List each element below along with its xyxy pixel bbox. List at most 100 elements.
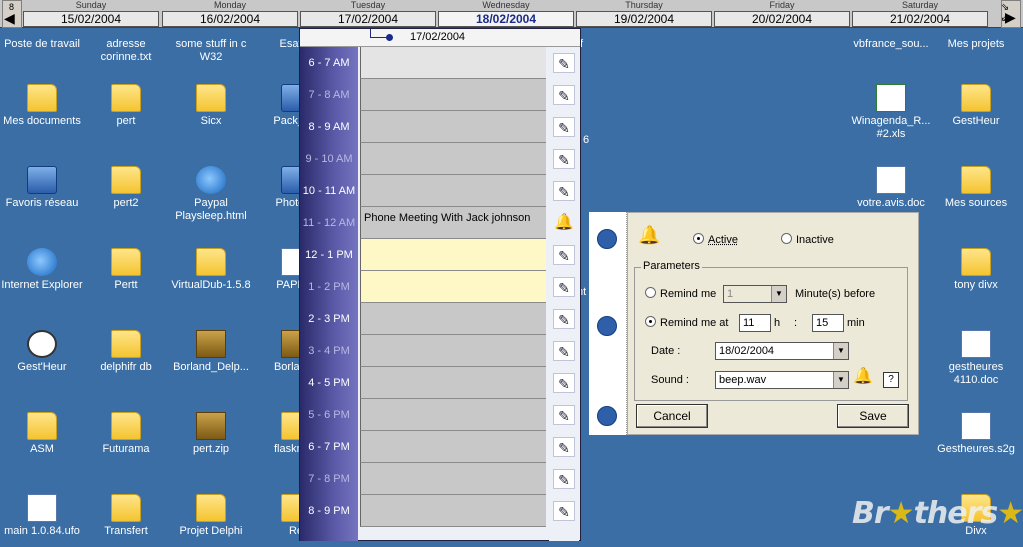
time-slot[interactable] (360, 431, 546, 463)
desktop-icon[interactable]: Mes documents (0, 84, 84, 128)
edit-note-icon[interactable]: ✎ (553, 85, 575, 105)
desktop-icon[interactable]: Poste de travail (0, 38, 84, 51)
time-slot[interactable] (360, 175, 546, 207)
time-slot[interactable] (360, 143, 546, 175)
desktop-icon[interactable]: Winagenda_R... #2.xls (849, 84, 933, 141)
edit-note-icon[interactable]: ✎ (553, 437, 575, 457)
folder-icon (196, 494, 226, 522)
time-slot[interactable] (360, 335, 546, 367)
day-tab-sunday[interactable]: Sunday 15/02/2004 (22, 0, 160, 28)
desktop-icon[interactable]: Paypal Playsleep.html (169, 166, 253, 223)
desktop-icon[interactable]: Favoris réseau (0, 166, 84, 210)
day-tab-friday[interactable]: Friday 20/02/2004 (713, 0, 851, 28)
edit-note-icon[interactable]: ✎ (553, 469, 575, 489)
desktop-icon[interactable]: Mes projets (934, 38, 1018, 51)
day-tab-thursday[interactable]: Thursday 19/02/2004 (575, 0, 713, 28)
time-slot[interactable] (360, 495, 546, 527)
active-radio[interactable]: Active (693, 233, 738, 246)
save-button[interactable]: Save (837, 404, 909, 428)
inactive-radio[interactable]: Inactive (781, 233, 834, 246)
time-label: 10 - 11 AM (302, 185, 356, 197)
edit-note-icon[interactable]: ✎ (553, 117, 575, 137)
edit-note-icon[interactable]: ✎ (553, 373, 575, 393)
edit-note-icon[interactable]: ✎ (553, 277, 575, 297)
edit-note-icon[interactable]: ✎ (553, 149, 575, 169)
desktop-icon-label: vbfrance_sou... (853, 38, 929, 50)
desktop-icon-label: Futurama (102, 443, 150, 455)
alarm-bell-icon[interactable]: 🔔 (553, 213, 575, 233)
desktop-icon[interactable]: some stuff in c W32 (169, 38, 253, 64)
edit-note-icon[interactable]: ✎ (553, 309, 575, 329)
help-button[interactable]: ? (883, 372, 899, 388)
desktop-icon[interactable]: pert2 (84, 166, 168, 210)
desktop-icon[interactable]: GestHeur (934, 84, 1018, 128)
time-slot[interactable]: Phone Meeting With Jack johnson (360, 207, 546, 239)
day-tab-saturday[interactable]: Saturday 21/02/2004 (851, 0, 989, 28)
time-slot[interactable] (360, 47, 546, 79)
desktop-icon[interactable]: Borland_Delp... (169, 330, 253, 374)
desktop-icon[interactable]: Transfert (84, 494, 168, 538)
desktop-icon[interactable]: adresse corinne.txt (84, 38, 168, 64)
folder-icon (961, 166, 991, 194)
desktop-icon-label: gestheures 4110.doc (948, 361, 1004, 386)
desktop-icon[interactable]: Projet Delphi (169, 494, 253, 538)
edit-note-icon[interactable]: ✎ (553, 341, 575, 361)
desktop-icon-label: Paypal Playsleep.html (175, 197, 247, 222)
parameters-label: Parameters (641, 260, 702, 272)
binder-ring-icon (597, 406, 617, 426)
day-tab-tuesday[interactable]: Tuesday 17/02/2004 (299, 0, 437, 28)
day-tab-wednesday[interactable]: Wednesday 18/02/2004 (437, 0, 575, 28)
desktop-icon[interactable]: Internet Explorer (0, 248, 84, 292)
cancel-button[interactable]: Cancel (636, 404, 708, 428)
desktop-icon[interactable]: Futurama (84, 412, 168, 456)
desktop-icon[interactable]: Sicx (169, 84, 253, 128)
desktop-icon[interactable]: pert (84, 84, 168, 128)
desktop-icon-label: Mes projets (947, 38, 1005, 50)
time-slot[interactable] (360, 79, 546, 111)
day-name: Tuesday (350, 0, 386, 10)
hour-input[interactable]: 11 (739, 314, 771, 332)
edit-note-icon[interactable]: ✎ (553, 501, 575, 521)
remind-at-radio[interactable]: Remind me at (645, 316, 728, 329)
desktop-icon[interactable]: main 1.0.84.ufo (0, 494, 84, 538)
desktop-icon[interactable]: Gest'Heur (0, 330, 84, 374)
day-tab-monday[interactable]: Monday 16/02/2004 (161, 0, 299, 28)
time-slot[interactable] (360, 239, 546, 271)
play-sound-icon[interactable]: 🔔 (853, 366, 873, 386)
edit-note-icon[interactable]: ✎ (553, 181, 575, 201)
desktop-icon[interactable]: vbfrance_sou... (849, 38, 933, 51)
sound-select[interactable]: beep.wav ▼ (715, 371, 849, 389)
edit-note-icon[interactable]: ✎ (553, 53, 575, 73)
time-slot[interactable] (360, 463, 546, 495)
desktop-icon[interactable]: delphifr db (84, 330, 168, 374)
desktop-icon-label: Mes sources (944, 197, 1008, 209)
time-slot[interactable] (360, 303, 546, 335)
desktop-icon-label: GestHeur (952, 115, 1000, 127)
time-slot[interactable] (360, 271, 546, 303)
desktop-icon[interactable]: pert.zip (169, 412, 253, 456)
time-slot[interactable] (360, 367, 546, 399)
minute-input[interactable]: 15 (812, 314, 844, 332)
tray-icons[interactable]: ⇘ ⇙ (990, 2, 1020, 26)
remind-me-radio[interactable]: Remind me (645, 287, 716, 300)
previous-week-button[interactable]: 8 ◀ (2, 0, 22, 28)
day-date: 19/02/2004 (576, 11, 712, 27)
desktop-icon[interactable]: tony divx (934, 248, 1018, 292)
time-label: 1 - 2 PM (308, 281, 350, 293)
desktop-icon[interactable]: Pertt (84, 248, 168, 292)
time-slot[interactable] (360, 111, 546, 143)
desktop-icon-label: delphifr db (100, 361, 152, 373)
edit-note-icon[interactable]: ✎ (553, 405, 575, 425)
day-date: 20/02/2004 (714, 11, 850, 27)
desktop-icon[interactable]: votre.avis.doc (849, 166, 933, 210)
desktop-icon[interactable]: Gestheures.s2g (934, 412, 1018, 456)
ie-document-icon (196, 166, 226, 194)
date-select[interactable]: 18/02/2004 ▼ (715, 342, 849, 360)
minutes-before-select[interactable]: 1 ▼ (723, 285, 787, 303)
desktop-icon[interactable]: ASM (0, 412, 84, 456)
edit-note-icon[interactable]: ✎ (553, 245, 575, 265)
time-slot[interactable] (360, 399, 546, 431)
desktop-icon[interactable]: Mes sources (934, 166, 1018, 210)
desktop-icon[interactable]: gestheures 4110.doc (934, 330, 1018, 387)
desktop-icon[interactable]: VirtualDub-1.5.8 (169, 248, 253, 292)
